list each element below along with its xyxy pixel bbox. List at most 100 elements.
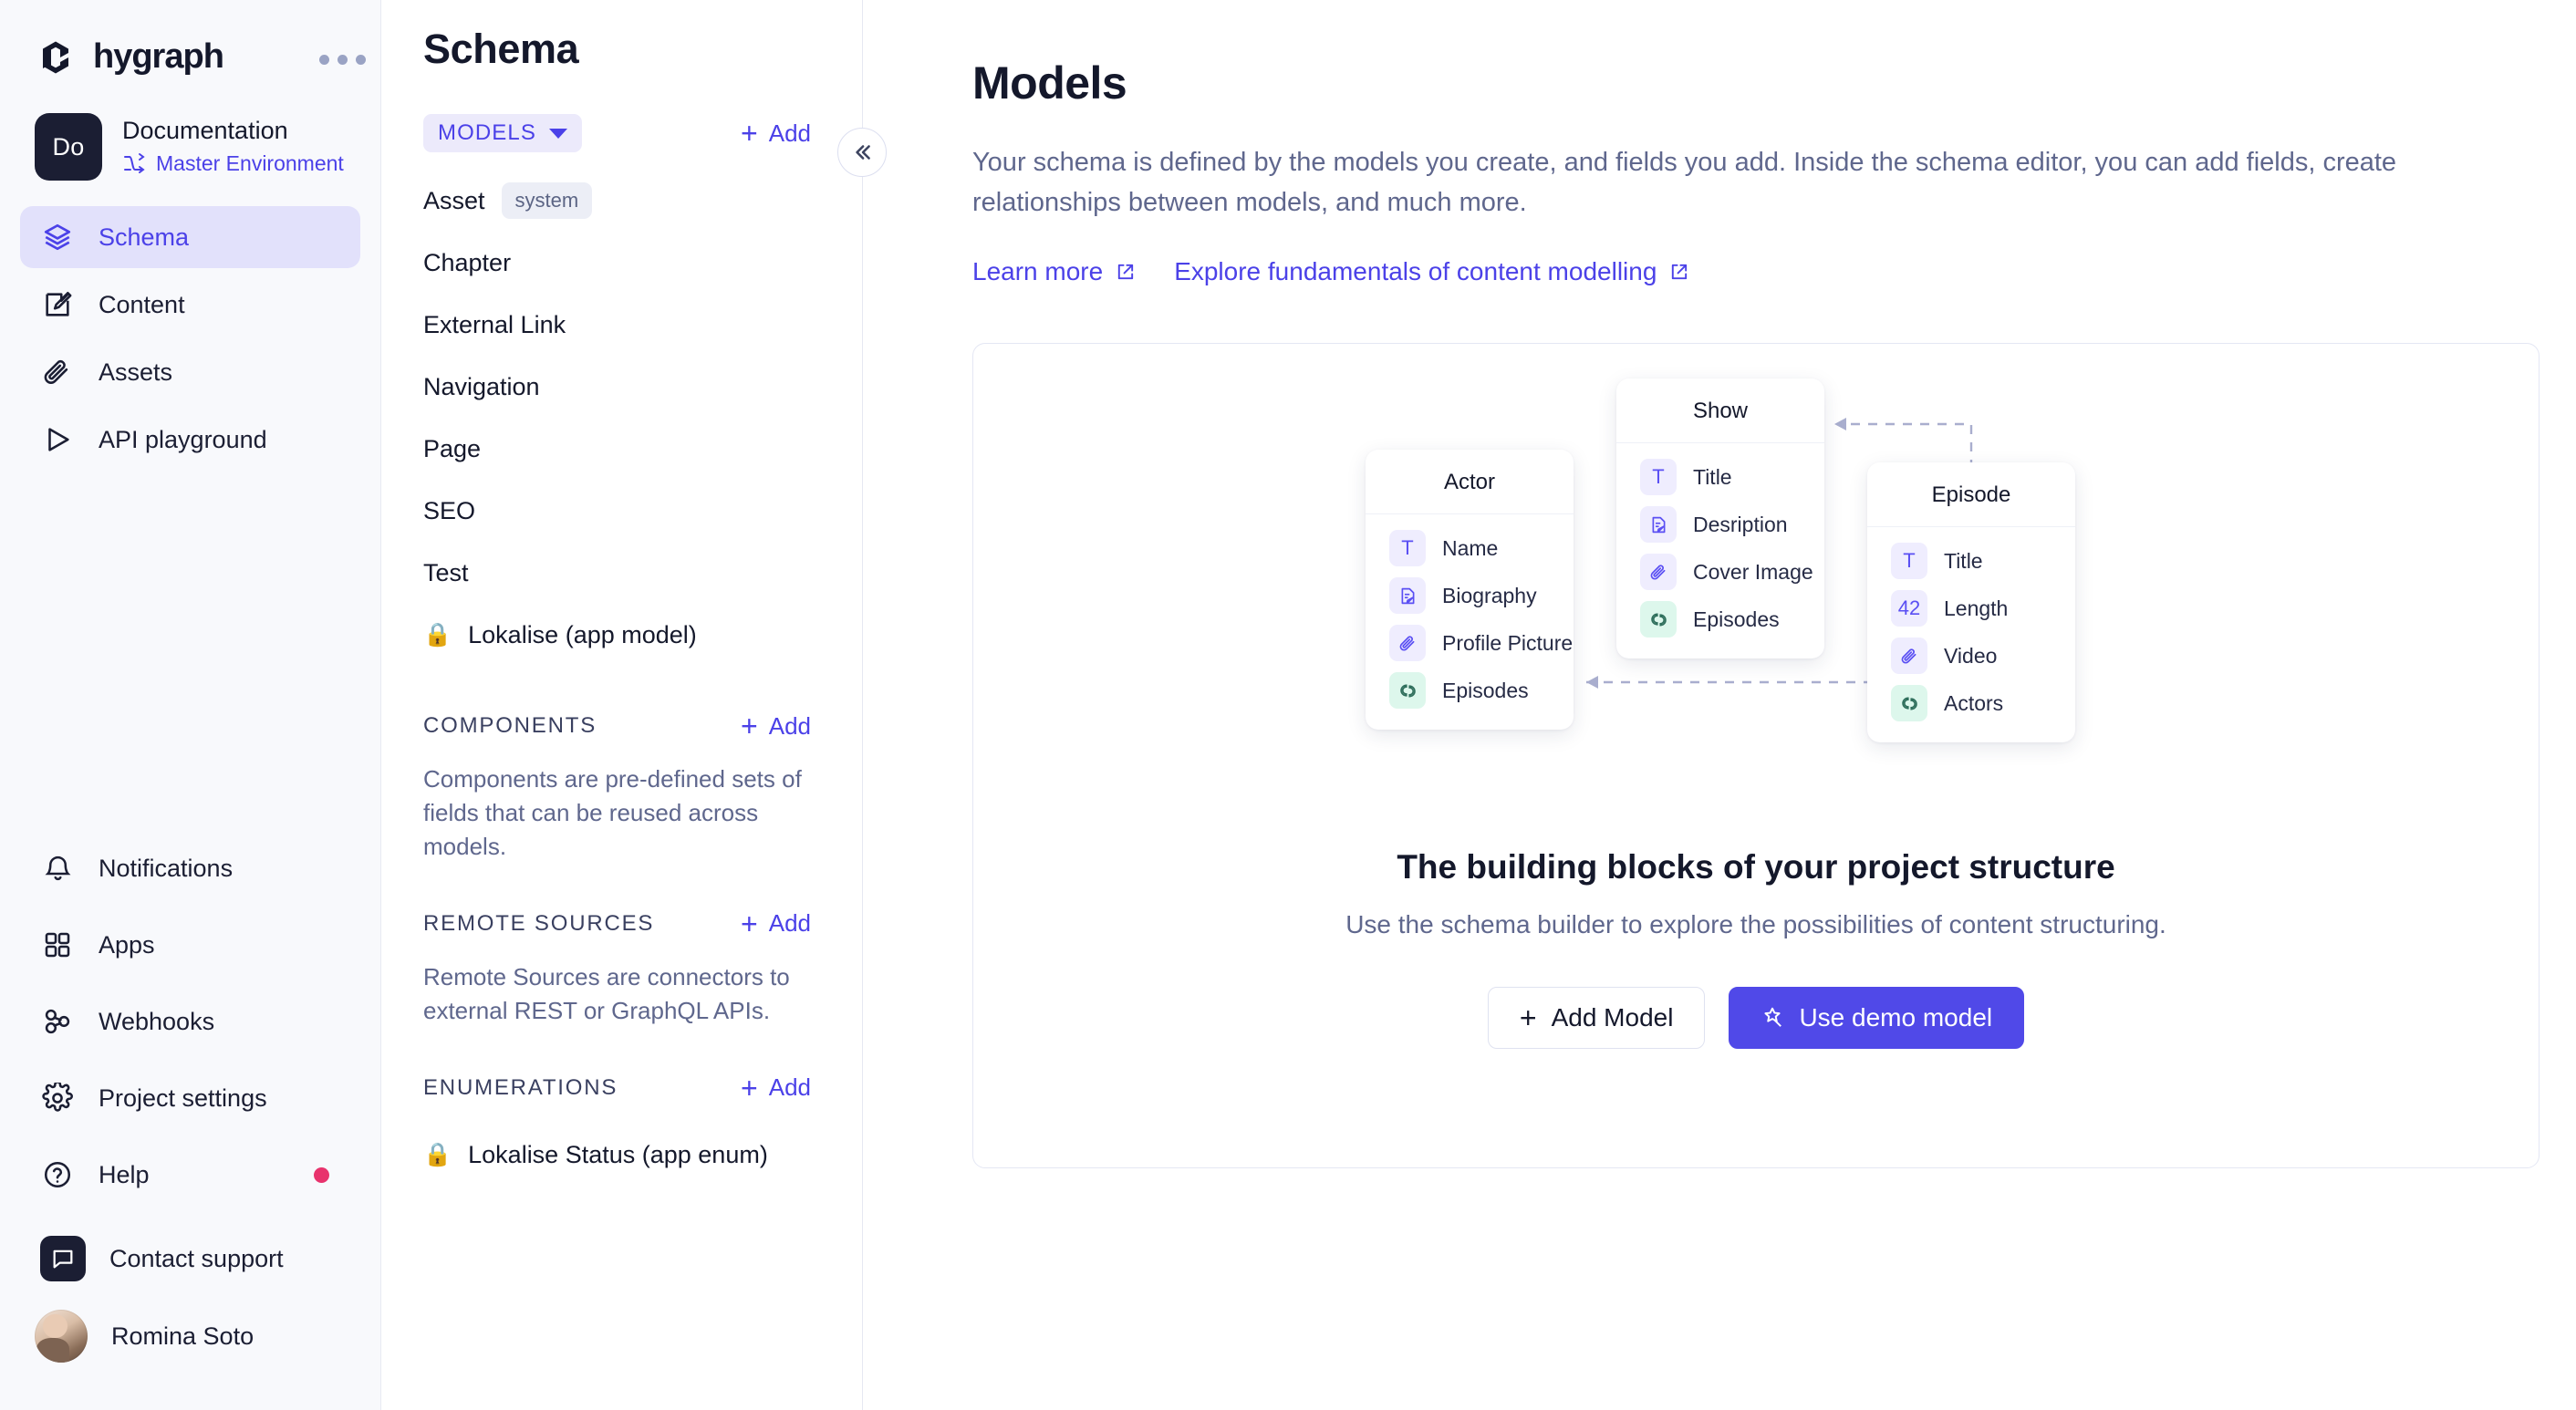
contact-support-button[interactable]: Contact support [20, 1228, 360, 1290]
link-label: Learn more [972, 257, 1103, 286]
sidebar-item-label: Help [99, 1161, 150, 1189]
project-avatar: Do [35, 113, 102, 181]
list-item[interactable]: Page [423, 418, 862, 480]
diagram-card-actor[interactable]: Actor T Name Biography [1366, 450, 1574, 730]
number-field-icon: 42 [1891, 590, 1927, 627]
gear-icon [40, 1081, 75, 1115]
field-name: Episodes [1693, 607, 1780, 632]
model-name: Navigation [423, 373, 540, 401]
field-name: Episodes [1442, 679, 1529, 703]
environment-label: Master Environment [156, 151, 344, 176]
sidebar-item-webhooks[interactable]: Webhooks [20, 990, 360, 1052]
sidebar-item-help[interactable]: Help [20, 1144, 360, 1206]
field-row: T Title [1640, 456, 1801, 498]
page-title: Schema [423, 0, 862, 73]
section-header-remote-sources: REMOTE SOURCES + Add [423, 904, 862, 944]
sidebar-item-content[interactable]: Content [20, 274, 360, 336]
branch-icon [122, 152, 146, 174]
empty-state-heading: The building blocks of your project stru… [1397, 848, 2114, 886]
add-label: Add [769, 712, 811, 741]
field-row: 42 Length [1891, 587, 2051, 629]
models-dropdown-label: MODELS [438, 120, 536, 146]
model-name: SEO [423, 497, 475, 525]
bell-icon [40, 851, 75, 886]
chat-icon [40, 1236, 86, 1281]
richtext-field-icon [1389, 577, 1426, 614]
project-meta: Documentation Master Environment [122, 118, 344, 176]
webhook-icon [40, 1004, 75, 1039]
lock-icon: 🔒 [423, 622, 452, 648]
lock-icon: 🔒 [423, 1142, 452, 1168]
plus-icon: + [1520, 1003, 1537, 1032]
list-item[interactable]: Chapter [423, 232, 862, 294]
project-name: Documentation [122, 118, 344, 145]
field-row: Episodes [1389, 669, 1550, 711]
svg-text:hygraph: hygraph [93, 37, 223, 76]
sidebar-item-api-playground[interactable]: API playground [20, 409, 360, 471]
field-name: Profile Picture [1442, 631, 1573, 656]
card-fields: T Title Desription [1616, 443, 1824, 644]
model-name: Test [423, 559, 469, 587]
field-row: T Name [1389, 527, 1550, 569]
secondary-nav: Notifications Apps Web [0, 837, 380, 1410]
add-enumeration-link[interactable]: + Add [741, 1073, 811, 1103]
explore-fundamentals-link[interactable]: Explore fundamentals of content modellin… [1174, 257, 1689, 286]
field-row: Episodes [1640, 598, 1801, 640]
add-model-link[interactable]: + Add [741, 119, 811, 148]
sidebar-item-apps[interactable]: Apps [20, 914, 360, 976]
enumerations-list: 🔒 Lokalise Status (app enum) [423, 1125, 862, 1187]
diagram-card-episode[interactable]: Episode T Title 42 Length [1867, 462, 2075, 742]
field-name: Actors [1944, 691, 2003, 716]
field-row: Video [1891, 635, 2051, 677]
text-field-icon: T [1389, 530, 1426, 566]
add-model-button[interactable]: + Add Model [1488, 987, 1706, 1049]
question-circle-icon [40, 1157, 75, 1192]
list-item[interactable]: SEO [423, 480, 862, 542]
list-item[interactable]: Asset system [423, 170, 862, 232]
diagram-card-show[interactable]: Show T Title Desription [1616, 378, 1824, 658]
learn-more-link[interactable]: Learn more [972, 257, 1136, 286]
list-item[interactable]: 🔒 Lokalise (app model) [423, 604, 862, 666]
primary-nav: Schema Content Assets [0, 206, 380, 476]
field-row: Biography [1389, 575, 1550, 617]
list-item[interactable]: Navigation [423, 356, 862, 418]
schema-diagram: Episode.Actors --> Show --> Actor T Name [973, 344, 2539, 841]
button-label: Add Model [1552, 1003, 1674, 1032]
main-description: Your schema is defined by the models you… [972, 142, 2516, 223]
brand-row: hygraph [0, 0, 380, 84]
ellipsis-icon[interactable] [319, 55, 366, 65]
plus-icon: + [741, 1073, 758, 1103]
section-header-enumerations: ENUMERATIONS + Add [423, 1068, 862, 1108]
card-title: Actor [1366, 450, 1574, 514]
field-row: Desription [1640, 503, 1801, 545]
layers-icon [40, 220, 75, 254]
model-name: Chapter [423, 249, 511, 277]
sidebar-item-assets[interactable]: Assets [20, 341, 360, 403]
user-menu[interactable]: Romina Soto [20, 1302, 360, 1370]
sidebar-item-label: API playground [99, 426, 267, 454]
list-item[interactable]: External Link [423, 294, 862, 356]
list-item[interactable]: 🔒 Lokalise Status (app enum) [423, 1125, 862, 1187]
add-label: Add [769, 909, 811, 938]
section-label: COMPONENTS [423, 713, 597, 739]
add-remote-source-link[interactable]: + Add [741, 909, 811, 938]
text-field-icon: T [1640, 459, 1677, 495]
add-component-link[interactable]: + Add [741, 711, 811, 741]
sidebar-item-notifications[interactable]: Notifications [20, 837, 360, 899]
empty-state-actions: + Add Model Use demo model [1488, 987, 2024, 1049]
main-links: Learn more Explore fundamentals of conte… [972, 257, 2516, 286]
asset-field-icon [1891, 638, 1927, 674]
models-dropdown[interactable]: MODELS [423, 114, 582, 152]
section-label: REMOTE SOURCES [423, 911, 654, 937]
main-title: Models [972, 57, 2516, 109]
empty-state-subheading: Use the schema builder to explore the po… [1345, 910, 2166, 939]
sidebar-item-label: Assets [99, 358, 172, 387]
collapse-panel-button[interactable] [837, 128, 887, 177]
use-demo-model-button[interactable]: Use demo model [1729, 987, 2024, 1049]
sidebar-item-label: Project settings [99, 1084, 267, 1113]
sidebar-item-project-settings[interactable]: Project settings [20, 1067, 360, 1129]
project-environment[interactable]: Master Environment [122, 151, 344, 176]
sidebar-item-schema[interactable]: Schema [20, 206, 360, 268]
list-item[interactable]: Test [423, 542, 862, 604]
project-switcher[interactable]: Do Documentation Master Environment [0, 84, 380, 186]
